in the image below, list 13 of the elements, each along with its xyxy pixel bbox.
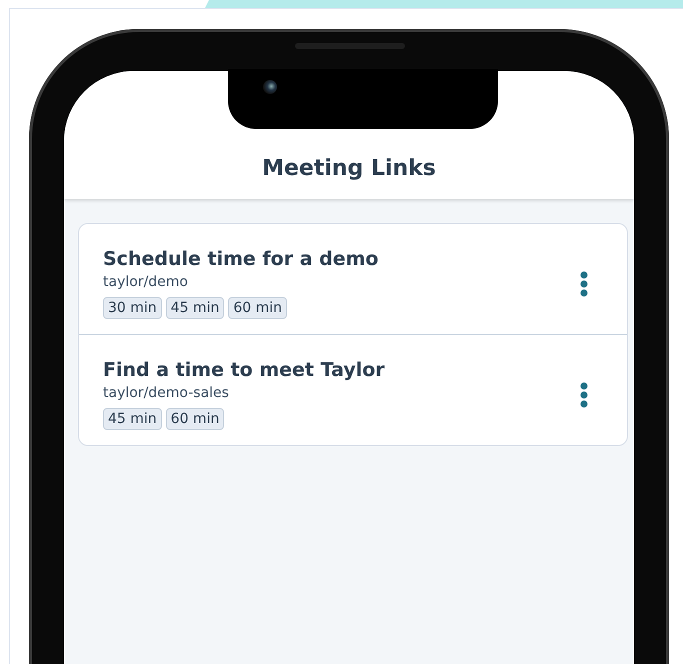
duration-tag: 45 min [166,297,224,319]
link-slug: taylor/demo [103,274,189,290]
camera-icon [263,80,277,94]
page-title: Meeting Links [262,156,436,181]
duration-tag: 60 min [228,297,288,319]
link-title[interactable]: Find a time to meet Taylor [103,359,385,381]
duration-tag: 30 min [103,297,162,319]
more-icon[interactable] [579,270,589,296]
link-slug: taylor/demo-sales [103,385,230,401]
duration-tag: 45 min [103,408,162,430]
duration-tag: 60 min [166,408,224,430]
more-icon[interactable] [579,382,589,408]
link-title[interactable]: Schedule time for a demo [103,248,378,270]
